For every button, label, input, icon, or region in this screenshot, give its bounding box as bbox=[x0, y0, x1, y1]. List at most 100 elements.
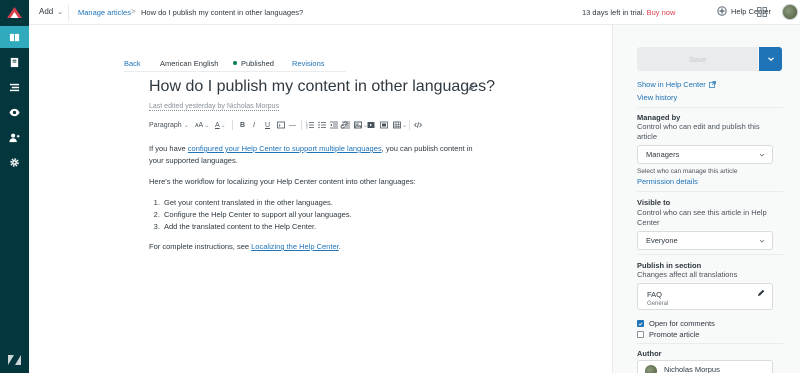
external-link-icon bbox=[708, 81, 716, 88]
underline-button[interactable]: U bbox=[265, 119, 270, 131]
buy-now-link[interactable]: Buy now bbox=[647, 8, 676, 17]
body-text: . bbox=[338, 242, 341, 251]
chevron-down-icon: ⌄ bbox=[402, 122, 408, 129]
code-block-button[interactable] bbox=[277, 119, 285, 131]
managed-by-heading: Managed by bbox=[637, 113, 681, 122]
text-color-dropdown[interactable]: A ⌄ bbox=[215, 119, 226, 131]
font-size-glyph: A bbox=[198, 121, 204, 129]
media-button[interactable] bbox=[380, 119, 388, 131]
breadcrumb-separator: > bbox=[131, 7, 136, 16]
bullet-list-icon bbox=[318, 121, 326, 129]
save-button[interactable]: Save bbox=[637, 47, 758, 71]
visible-to-select[interactable]: Everyone bbox=[637, 231, 773, 250]
toolbar-divider bbox=[301, 120, 302, 130]
list-item: Get your content translated in the other… bbox=[162, 197, 489, 209]
section-divider bbox=[637, 191, 783, 192]
section-divider bbox=[637, 107, 783, 108]
paragraph-format-dropdown[interactable]: Paragraph ⌄ bbox=[149, 119, 189, 131]
last-edited-info: Last edited yesterday by Nicholas Morpus bbox=[149, 103, 279, 111]
zendesk-logo[interactable] bbox=[8, 355, 21, 365]
nav-guide-home[interactable] bbox=[0, 26, 29, 48]
workflow-steps-list: Get your content translated in the other… bbox=[162, 197, 489, 233]
checkbox-unchecked[interactable] bbox=[637, 331, 644, 338]
section-selector[interactable]: FAQ General bbox=[637, 283, 773, 310]
outdent-button[interactable] bbox=[330, 119, 338, 131]
localizing-help-center-link[interactable]: Localizing the Help Center bbox=[251, 242, 339, 251]
promote-article-checkbox[interactable]: Promote article bbox=[637, 330, 699, 339]
italic-button[interactable]: I bbox=[253, 119, 255, 131]
toolbar-divider bbox=[232, 120, 233, 130]
trial-text: 13 days left in trial. bbox=[582, 8, 645, 17]
open-for-comments-checkbox[interactable]: Open for comments bbox=[637, 319, 715, 328]
chevron-down-icon: ⌄ bbox=[220, 122, 226, 129]
bold-icon: B bbox=[240, 121, 246, 129]
nav-user-permissions[interactable] bbox=[0, 126, 29, 148]
link-button[interactable] bbox=[340, 119, 348, 131]
show-in-help-center-link[interactable]: Show in Help Center bbox=[637, 80, 716, 89]
chevron-down-icon bbox=[759, 239, 765, 243]
bold-button[interactable]: B bbox=[240, 119, 245, 131]
chevron-down-icon: ⌄ bbox=[57, 8, 64, 16]
ordered-list-button[interactable]: 123 bbox=[306, 119, 314, 131]
gear-icon bbox=[10, 157, 19, 167]
last-edited-text: Last edited yesterday by Nicholas Morpus bbox=[149, 103, 279, 111]
language-tab[interactable]: American English bbox=[160, 59, 230, 68]
body-text: For complete instructions, see bbox=[149, 242, 252, 251]
outdent-icon bbox=[330, 121, 338, 129]
save-options-button[interactable] bbox=[759, 47, 782, 71]
trial-status: 13 days left in trial. Buy now bbox=[582, 8, 675, 17]
product-tray-icon[interactable] bbox=[757, 7, 767, 17]
user-avatar[interactable] bbox=[782, 4, 798, 20]
italic-icon: I bbox=[253, 121, 255, 129]
managed-by-description: Control who can edit and publish this ar… bbox=[637, 122, 760, 141]
text-color-icon: A bbox=[215, 121, 220, 129]
link-icon bbox=[340, 121, 348, 129]
add-menu-button[interactable]: Add ⌄ bbox=[39, 7, 63, 16]
ordered-list-icon: 123 bbox=[306, 121, 314, 129]
managed-by-value: Managers bbox=[646, 150, 680, 159]
pencil-icon[interactable] bbox=[468, 82, 477, 91]
back-link[interactable]: Back bbox=[124, 59, 141, 68]
font-size-dropdown[interactable]: ᴀA ⌄ bbox=[195, 119, 209, 131]
list-item: Add the translated content to the Help C… bbox=[162, 221, 489, 233]
checkbox-checked[interactable] bbox=[637, 320, 644, 327]
revisions-link[interactable]: Revisions bbox=[292, 59, 325, 68]
chevron-down-icon bbox=[759, 153, 765, 157]
chevron-down-icon: ⌄ bbox=[204, 122, 210, 129]
permission-details-link[interactable]: Permission details bbox=[637, 177, 698, 186]
table-dropdown[interactable]: ⌄ bbox=[393, 119, 407, 131]
article-title[interactable]: How do I publish my content in other lan… bbox=[149, 78, 495, 96]
toolbar-divider bbox=[409, 120, 410, 130]
configure-languages-link[interactable]: configured your Help Center to support m… bbox=[188, 144, 382, 153]
nav-preview[interactable] bbox=[0, 101, 29, 123]
body-text: If you have bbox=[149, 144, 188, 153]
nav-articles[interactable] bbox=[0, 51, 29, 73]
nav-settings[interactable] bbox=[0, 151, 29, 173]
video-button[interactable] bbox=[367, 119, 375, 131]
visible-to-value: Everyone bbox=[646, 236, 678, 245]
pencil-icon[interactable] bbox=[757, 289, 765, 297]
zendesk-guide-logo[interactable] bbox=[6, 6, 23, 20]
article-body[interactable]: If you have configured your Help Center … bbox=[149, 143, 489, 262]
unordered-list-button[interactable] bbox=[318, 119, 326, 131]
managed-by-hint: Select who can manage this article bbox=[637, 168, 738, 175]
code-block-icon bbox=[277, 121, 285, 129]
nav-arrange[interactable] bbox=[0, 76, 29, 98]
body-paragraph-1: If you have configured your Help Center … bbox=[149, 143, 489, 167]
managed-by-select[interactable]: Managers bbox=[637, 145, 773, 164]
publish-in-section-heading: Publish in section bbox=[637, 261, 702, 270]
horizontal-rule-button[interactable]: — bbox=[289, 119, 296, 131]
chevron-down-icon bbox=[767, 57, 774, 62]
article-settings-panel: Save Show in Help Center View history Ma… bbox=[613, 25, 800, 373]
image-button[interactable] bbox=[354, 119, 362, 131]
source-code-button[interactable] bbox=[414, 119, 422, 131]
article-icon bbox=[10, 57, 19, 67]
author-name: Nicholas Morpus bbox=[664, 365, 720, 373]
promote-article-label: Promote article bbox=[649, 330, 700, 339]
chevron-down-icon: ⌄ bbox=[183, 122, 189, 129]
view-history-link[interactable]: View history bbox=[637, 93, 677, 102]
top-bar: Add ⌄ Manage articles > How do I publish… bbox=[29, 0, 800, 25]
breadcrumb-manage-articles[interactable]: Manage articles bbox=[78, 8, 131, 17]
checkmark-icon bbox=[638, 322, 643, 326]
author-select[interactable]: Nicholas Morpus bbox=[637, 360, 773, 373]
